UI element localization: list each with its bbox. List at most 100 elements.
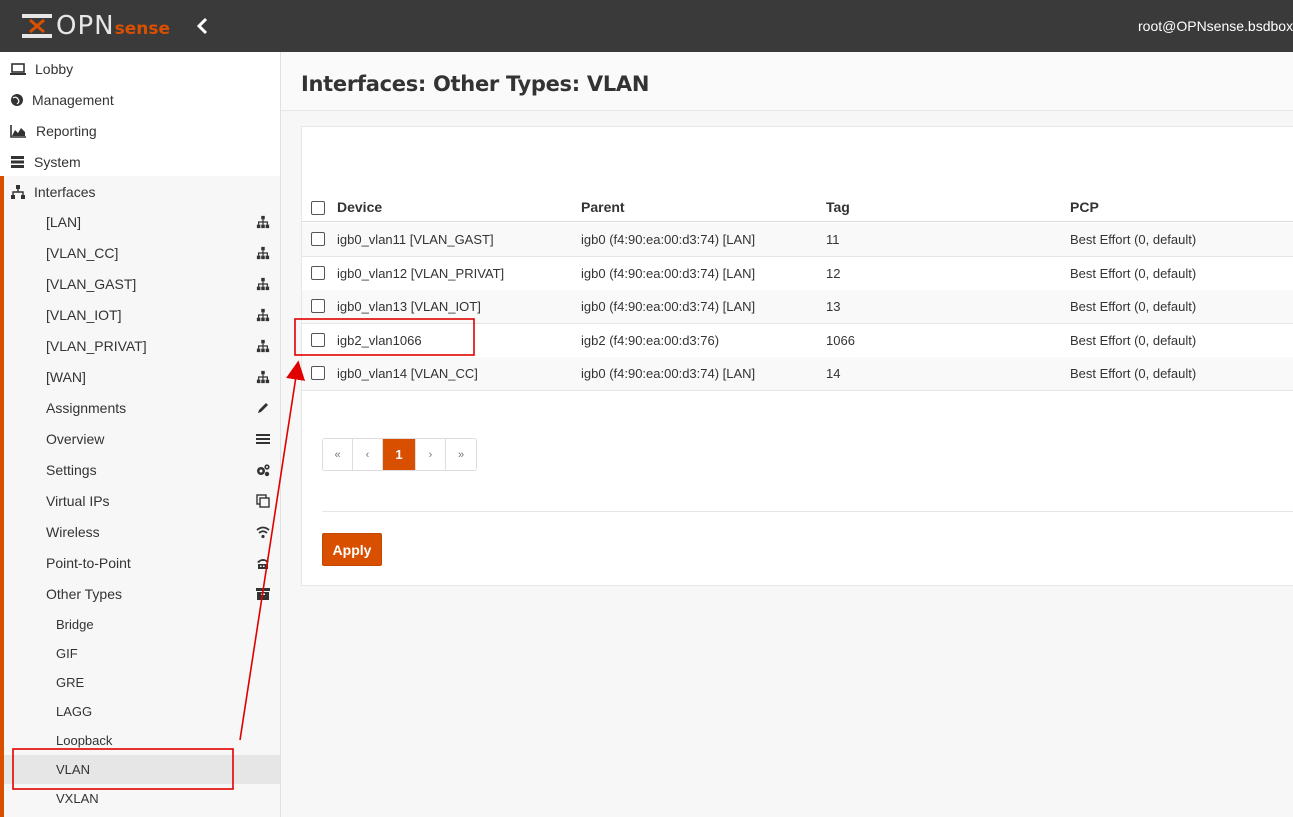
sidebar-item-other-types[interactable]: Other Types — [4, 579, 280, 610]
area-chart-icon — [10, 124, 26, 138]
cell-device: igb2_vlan1066 — [337, 333, 422, 348]
cell-tag: 1066 — [826, 333, 855, 348]
main-content: Interfaces: Other Types: VLAN Device Par… — [281, 52, 1293, 817]
sidebar-item-label: System — [34, 153, 81, 170]
pagination: « ‹ 1 › » — [322, 438, 477, 471]
globe-icon — [11, 93, 23, 106]
cell-pcp: Best Effort (0, default) — [1070, 333, 1197, 348]
sidebar-item-label: Management — [32, 91, 114, 108]
chevron-left-icon — [196, 17, 208, 35]
logo-mark-icon — [22, 12, 52, 40]
cell-pcp: Best Effort (0, default) — [1070, 232, 1197, 247]
sidebar-item-vlan-iot[interactable]: [VLAN_IOT] — [4, 300, 280, 331]
sidebar-item-bridge[interactable]: Bridge — [4, 610, 280, 639]
fax-icon — [257, 559, 269, 569]
column-header-pcp[interactable]: PCP — [1070, 199, 1099, 215]
sidebar-item-label: Bridge — [56, 617, 94, 632]
cell-pcp: Best Effort (0, default) — [1070, 299, 1197, 314]
apply-button[interactable]: Apply — [322, 533, 382, 566]
sidebar-item-vlan-privat[interactable]: [VLAN_PRIVAT] — [4, 331, 280, 362]
column-header-parent[interactable]: Parent — [581, 199, 625, 215]
sidebar-item-assignments[interactable]: Assignments — [4, 393, 280, 424]
sitemap-icon — [256, 277, 270, 291]
sidebar-item-label: [VLAN_IOT] — [46, 307, 122, 323]
sidebar-item-label: GIF — [56, 646, 78, 661]
sidebar-item-management[interactable]: Management — [0, 84, 280, 115]
sidebar-item-vlan-cc[interactable]: [VLAN_CC] — [4, 238, 280, 269]
cell-device: igb0_vlan12 [VLAN_PRIVAT] — [337, 266, 505, 281]
sidebar-item-vxlan[interactable]: VXLAN — [4, 784, 280, 813]
logo-text-accent: sense — [114, 19, 170, 39]
table-row[interactable]: igb0_vlan14 [VLAN_CC] igb0 (f4:90:ea:00:… — [302, 357, 1293, 391]
cell-device: igb0_vlan14 [VLAN_CC] — [337, 366, 478, 381]
sidebar: Lobby Management Reporting System Interf… — [0, 52, 281, 817]
sidebar-item-system[interactable]: System — [0, 146, 280, 177]
sidebar-item-overview[interactable]: Overview — [4, 424, 280, 455]
last-page-button[interactable]: » — [446, 439, 476, 470]
sidebar-item-label: Interfaces — [34, 183, 96, 200]
select-all-checkbox[interactable] — [311, 201, 325, 215]
prev-page-button[interactable]: ‹ — [353, 439, 383, 470]
clone-icon — [256, 494, 270, 508]
sidebar-item-label: Assignments — [46, 400, 127, 416]
sidebar-item-loopback[interactable]: Loopback — [4, 726, 280, 755]
sidebar-item-vlan[interactable]: VLAN — [4, 755, 280, 784]
row-checkbox[interactable] — [311, 366, 325, 380]
sidebar-item-gif[interactable]: GIF — [4, 639, 280, 668]
wifi-icon — [256, 526, 270, 539]
row-checkbox[interactable] — [311, 299, 325, 313]
sidebar-item-point-to-point[interactable]: Point-to-Point — [4, 548, 280, 579]
top-bar: OPN sense root@OPNsense.bsdbox.lc — [0, 0, 1293, 52]
cell-device: igb0_vlan13 [VLAN_IOT] — [337, 299, 481, 314]
sidebar-item-label: [VLAN_GAST] — [46, 276, 137, 292]
next-page-button[interactable]: › — [416, 439, 446, 470]
sidebar-item-label: [VLAN_CC] — [46, 245, 119, 261]
sidebar-item-label: Settings — [46, 462, 97, 478]
table-row[interactable]: igb2_vlan1066 igb2 (f4:90:ea:00:d3:76) 1… — [302, 324, 1293, 358]
sidebar-item-label: Reporting — [36, 122, 97, 139]
cell-pcp: Best Effort (0, default) — [1070, 366, 1197, 381]
collapse-sidebar-button[interactable] — [194, 16, 212, 36]
sidebar-item-gre[interactable]: GRE — [4, 668, 280, 697]
opnsense-logo[interactable]: OPN sense — [22, 11, 170, 41]
sidebar-item-lagg[interactable]: LAGG — [4, 697, 280, 726]
pencil-icon — [258, 403, 268, 413]
server-icon — [11, 155, 24, 168]
divider — [322, 511, 1293, 512]
sidebar-item-lobby[interactable]: Lobby — [0, 53, 280, 84]
sitemap-icon — [256, 308, 270, 322]
column-header-device[interactable]: Device — [337, 199, 382, 215]
sidebar-item-label: Wireless — [46, 524, 100, 540]
sitemap-icon — [256, 339, 270, 353]
sidebar-item-wireless[interactable]: Wireless — [4, 517, 280, 548]
sidebar-item-vlan-gast[interactable]: [VLAN_GAST] — [4, 269, 280, 300]
cogs-icon — [257, 464, 270, 477]
page-1-button[interactable]: 1 — [383, 439, 416, 470]
sidebar-item-interfaces[interactable]: Interfaces — [0, 176, 280, 207]
column-header-tag[interactable]: Tag — [826, 199, 850, 215]
logo-text: OPN — [56, 11, 115, 41]
table-row[interactable]: igb0_vlan13 [VLAN_IOT] igb0 (f4:90:ea:00… — [302, 290, 1293, 324]
sidebar-item-label: [WAN] — [46, 369, 86, 385]
sidebar-item-reporting[interactable]: Reporting — [0, 115, 280, 146]
first-page-button[interactable]: « — [323, 439, 353, 470]
row-checkbox[interactable] — [311, 232, 325, 246]
sidebar-item-label: Virtual IPs — [46, 493, 110, 509]
sidebar-item-label: GRE — [56, 675, 85, 690]
cell-tag: 13 — [826, 299, 841, 314]
cell-parent: igb0 (f4:90:ea:00:d3:74) [LAN] — [581, 366, 756, 381]
cell-parent: igb0 (f4:90:ea:00:d3:74) [LAN] — [581, 299, 756, 314]
row-checkbox[interactable] — [311, 333, 325, 347]
sidebar-item-wan[interactable]: [WAN] — [4, 362, 280, 393]
sidebar-item-settings[interactable]: Settings — [4, 455, 280, 486]
cell-tag: 14 — [826, 366, 841, 381]
sidebar-item-lan[interactable]: [LAN] — [4, 207, 280, 238]
sidebar-item-virtual-ips[interactable]: Virtual IPs — [4, 486, 280, 517]
user-menu[interactable]: root@OPNsense.bsdbox.lc — [1138, 18, 1293, 34]
vlan-panel: Device Parent Tag PCP igb0_vlan11 [VLAN_… — [301, 126, 1293, 586]
cell-tag: 12 — [826, 266, 841, 281]
table-row[interactable]: igb0_vlan12 [VLAN_PRIVAT] igb0 (f4:90:ea… — [302, 257, 1293, 291]
row-checkbox[interactable] — [311, 266, 325, 280]
table-row[interactable]: igb0_vlan11 [VLAN_GAST] igb0 (f4:90:ea:0… — [302, 223, 1293, 257]
sidebar-item-label: Loopback — [56, 733, 113, 748]
